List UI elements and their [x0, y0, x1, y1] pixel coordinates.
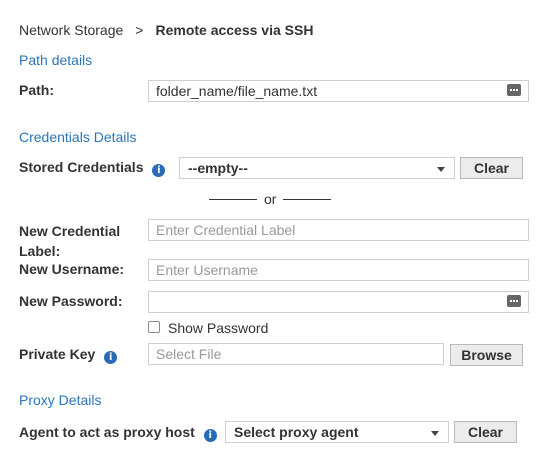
path-label: Path:: [19, 82, 54, 98]
new-password-input[interactable]: [148, 291, 529, 313]
new-credential-label-input[interactable]: [148, 219, 529, 241]
proxy-agent-label: Agent to act as proxy host i: [19, 424, 217, 442]
show-password-checkbox[interactable]: [148, 321, 160, 333]
private-key-text: Private Key: [19, 346, 96, 362]
private-key-file-input[interactable]: [148, 343, 444, 365]
new-username-label: New Username:: [19, 261, 125, 277]
clear-stored-credentials-button[interactable]: Clear: [460, 157, 523, 179]
breadcrumb-parent[interactable]: Network Storage: [19, 22, 123, 38]
clear-proxy-agent-button[interactable]: Clear: [454, 421, 517, 443]
proxy-agent-select[interactable]: Select proxy agent: [225, 421, 449, 443]
private-key-label: Private Key i: [19, 346, 118, 364]
stored-credentials-select[interactable]: --empty--: [179, 157, 455, 179]
show-password-label[interactable]: Show Password: [168, 320, 268, 336]
stored-credentials-text: Stored Credentials: [19, 159, 144, 175]
credentials-details-heading: Credentials Details: [19, 129, 137, 145]
path-details-heading: Path details: [19, 52, 93, 68]
new-credential-label-line2: Label:: [19, 243, 61, 259]
browse-button[interactable]: Browse: [450, 344, 523, 366]
or-divider-right: [283, 199, 331, 200]
path-field: [148, 80, 529, 102]
new-password-label: New Password:: [19, 293, 123, 309]
new-username-input[interactable]: [148, 259, 529, 281]
dots-icon[interactable]: [507, 84, 521, 96]
proxy-agent-text: Agent to act as proxy host: [19, 424, 195, 440]
breadcrumb-separator: >: [135, 22, 144, 38]
chevron-down-icon: [437, 167, 445, 172]
breadcrumb: Network Storage > Remote access via SSH: [19, 22, 313, 38]
dots-icon[interactable]: [507, 295, 521, 307]
new-credential-label-line1: New Credential: [19, 223, 121, 239]
chevron-down-icon: [431, 431, 439, 436]
breadcrumb-current: Remote access via SSH: [155, 22, 314, 38]
new-credential-label: New Credential Label:: [19, 221, 120, 261]
info-icon[interactable]: i: [104, 351, 118, 364]
path-input[interactable]: [148, 80, 529, 102]
stored-credentials-label: Stored Credentials i: [19, 159, 166, 177]
info-icon[interactable]: i: [203, 429, 217, 442]
or-text: or: [264, 191, 277, 207]
proxy-agent-selected: Select proxy agent: [234, 424, 359, 440]
or-divider-left: [209, 199, 257, 200]
info-icon[interactable]: i: [152, 164, 166, 177]
proxy-details-heading: Proxy Details: [19, 392, 102, 408]
new-password-field: [148, 291, 529, 313]
stored-credentials-selected: --empty--: [188, 160, 248, 176]
